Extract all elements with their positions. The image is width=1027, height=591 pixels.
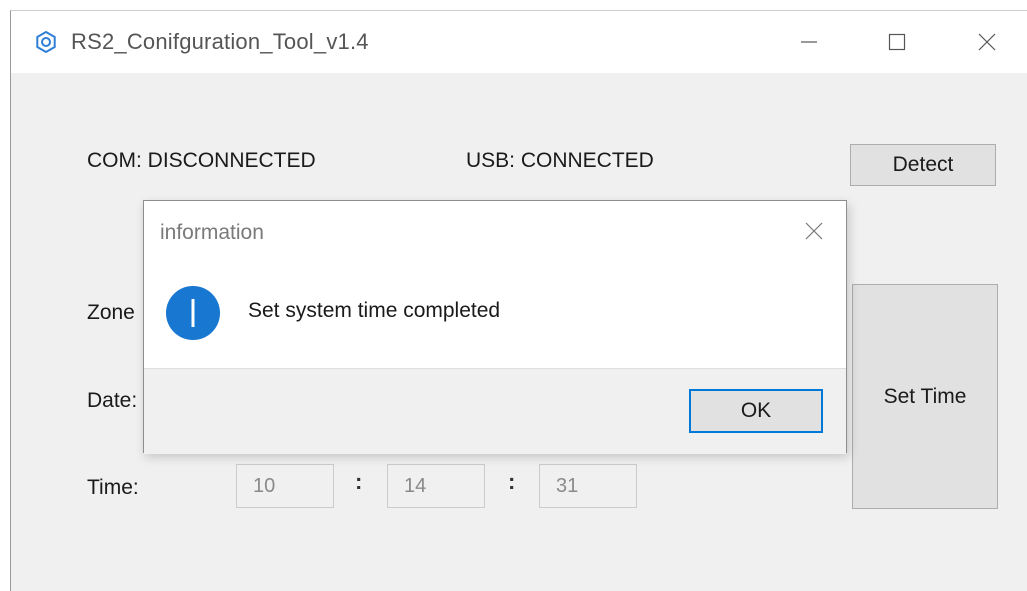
window-title: RS2_Conifguration_Tool_v1.4 <box>71 29 369 54</box>
information-dialog: information Set system time completed OK <box>143 200 847 454</box>
app-icon <box>35 30 57 54</box>
time-minute-field[interactable]: 14 <box>387 464 485 508</box>
ok-button[interactable]: OK <box>689 389 823 433</box>
info-icon <box>165 285 221 341</box>
minimize-button[interactable] <box>781 15 837 69</box>
date-label: Date: <box>87 389 138 412</box>
dialog-close-button[interactable] <box>796 213 832 249</box>
time-separator: : <box>508 469 516 494</box>
close-icon <box>978 33 996 51</box>
detect-button[interactable]: Detect <box>850 144 996 186</box>
time-second-field[interactable]: 31 <box>539 464 637 508</box>
dialog-message: Set system time completed <box>248 299 501 322</box>
com-status: COM: DISCONNECTED <box>87 149 316 172</box>
close-icon <box>805 222 823 240</box>
maximize-button[interactable] <box>869 15 925 69</box>
maximize-icon <box>888 33 906 51</box>
time-separator: : <box>355 469 363 494</box>
title-bar[interactable]: RS2_Conifguration_Tool_v1.4 <box>11 11 1027 73</box>
time-label: Time: <box>87 476 139 499</box>
dialog-title: information <box>160 221 264 244</box>
zone-label: Zone <box>87 301 135 324</box>
set-time-button[interactable]: Set Time <box>852 284 998 509</box>
close-button[interactable] <box>959 15 1015 69</box>
time-hour-field[interactable]: 10 <box>236 464 334 508</box>
dialog-footer: OK <box>144 368 846 454</box>
usb-status: USB: CONNECTED <box>466 149 654 172</box>
minimize-icon <box>801 41 817 43</box>
